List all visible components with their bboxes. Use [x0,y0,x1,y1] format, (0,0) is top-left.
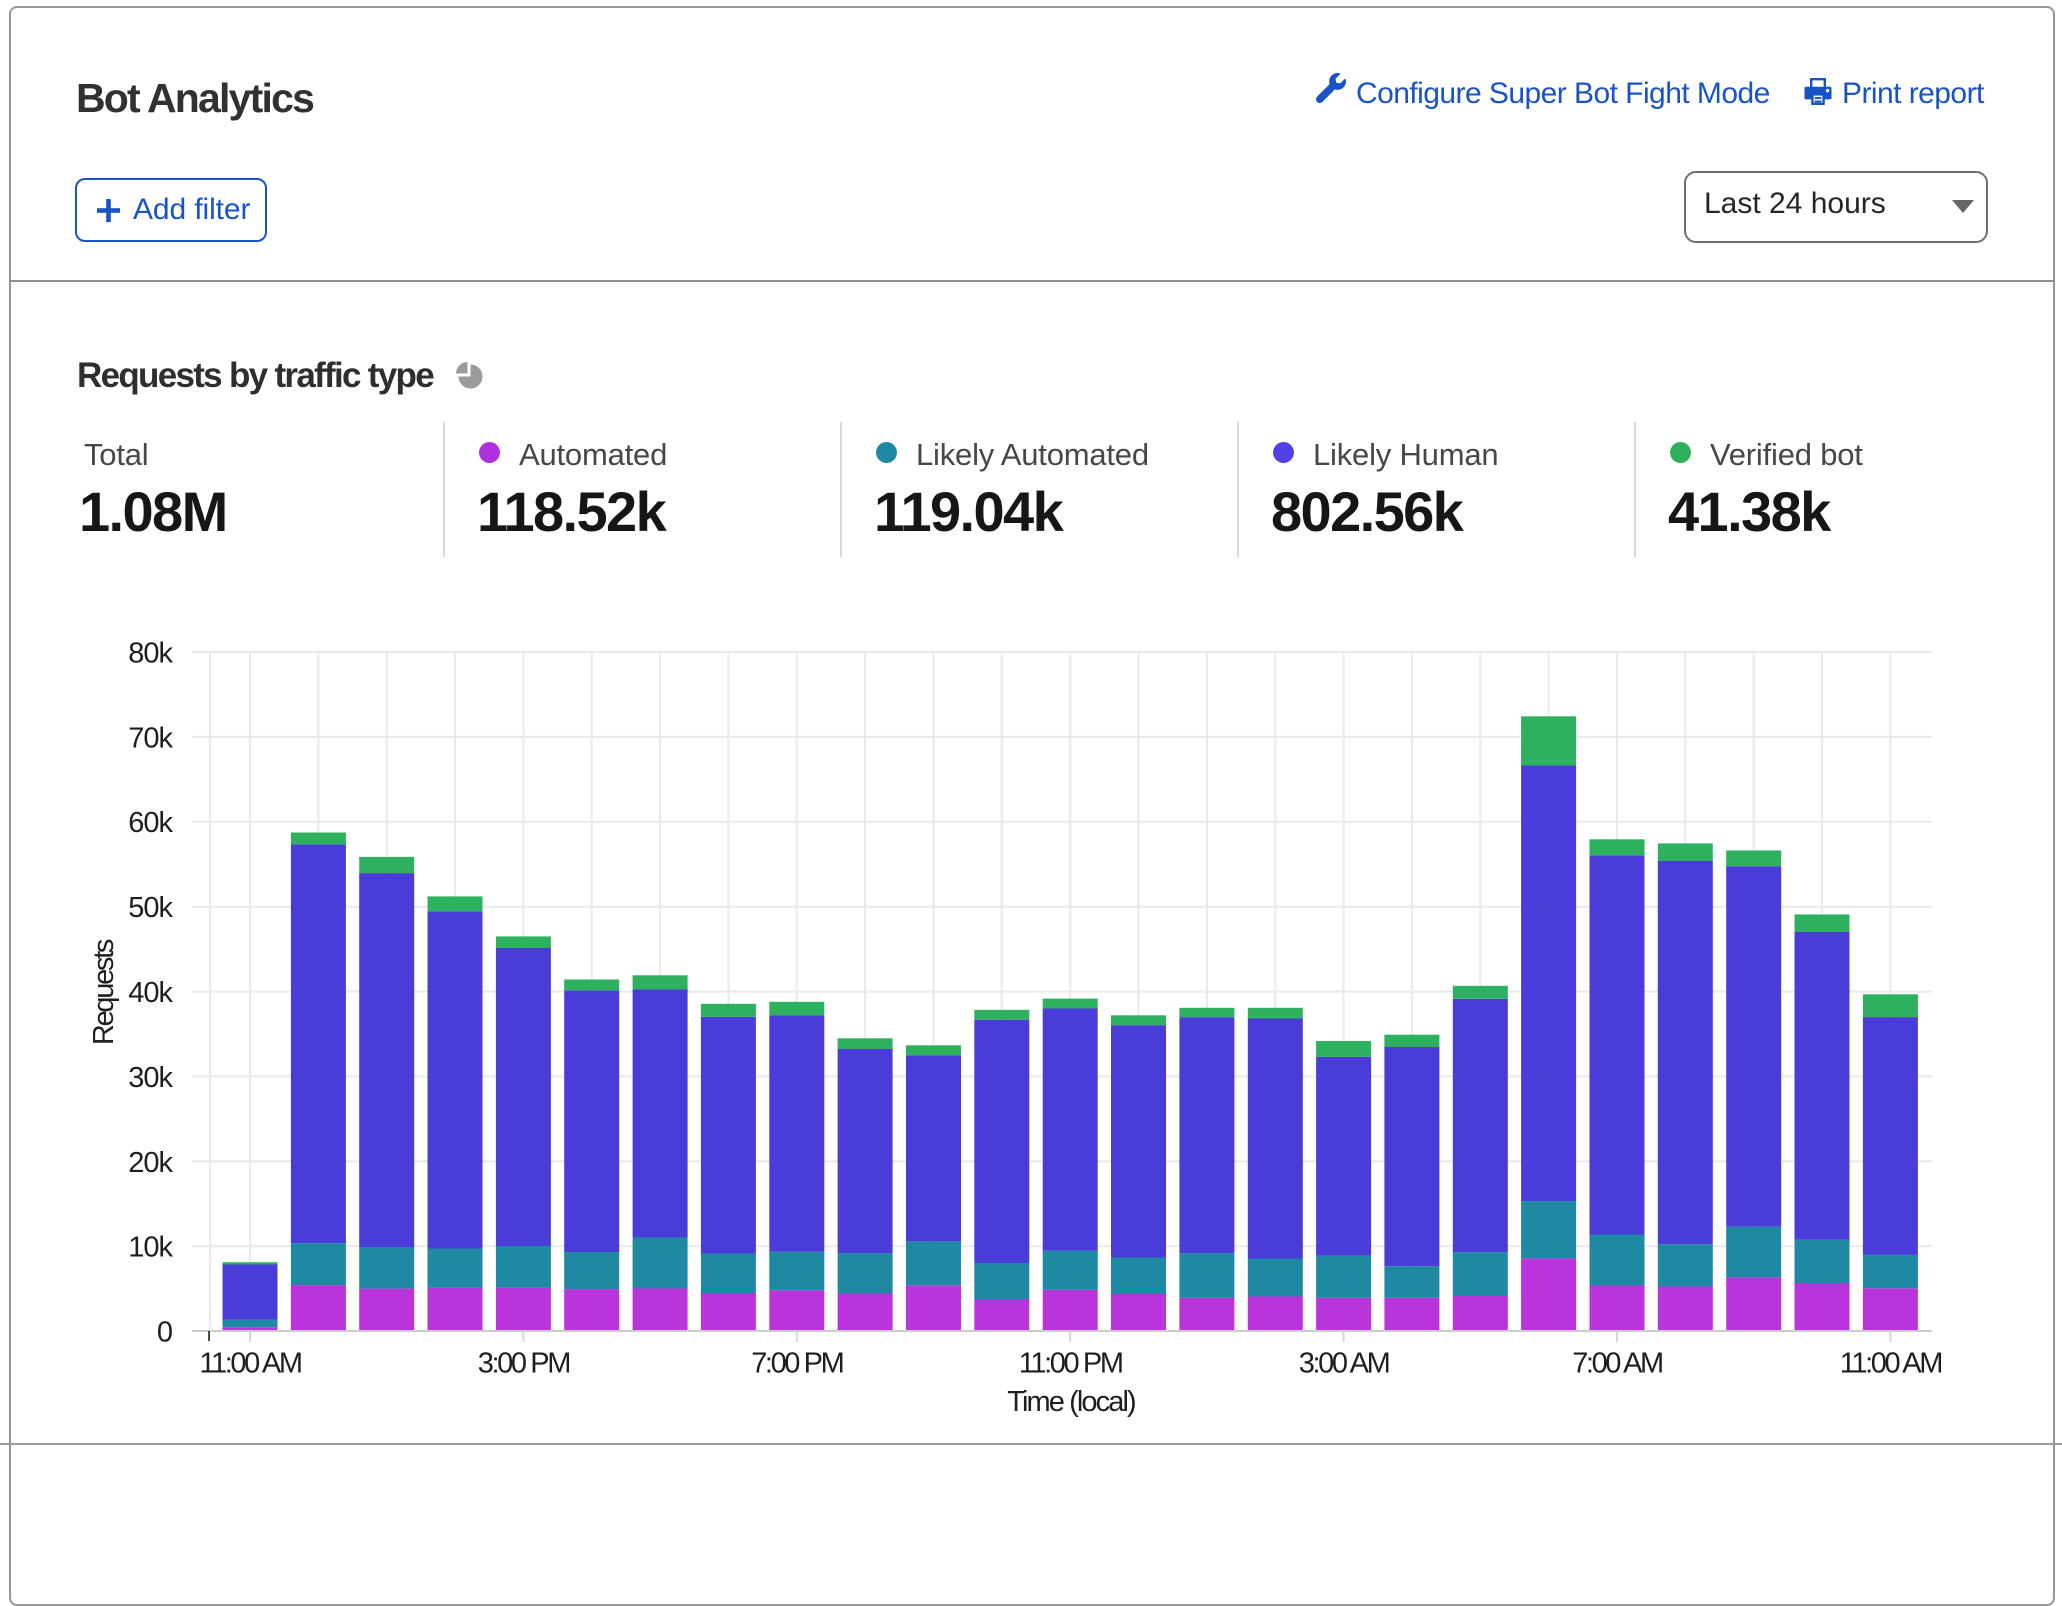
svg-text:Requests: Requests [88,939,120,1045]
svg-text:7:00 PM: 7:00 PM [751,1347,842,1379]
svg-text:70k: 70k [128,722,173,754]
svg-text:3:00 AM: 3:00 AM [1299,1347,1389,1379]
svg-text:11:00 PM: 11:00 PM [1019,1347,1122,1379]
svg-text:3:00 PM: 3:00 PM [478,1347,569,1379]
svg-text:50k: 50k [128,892,173,924]
svg-text:60k: 60k [128,807,173,839]
svg-text:11:00 AM: 11:00 AM [199,1347,300,1379]
svg-text:7:00 AM: 7:00 AM [1572,1347,1662,1379]
svg-text:10k: 10k [128,1232,173,1264]
svg-text:80k: 80k [128,637,173,669]
svg-text:20k: 20k [128,1147,173,1179]
svg-text:Time (local): Time (local) [1007,1386,1135,1418]
svg-text:30k: 30k [128,1062,173,1094]
svg-text:11:00 AM: 11:00 AM [1840,1347,1941,1379]
svg-text:40k: 40k [128,977,173,1009]
svg-text:0: 0 [157,1317,172,1349]
